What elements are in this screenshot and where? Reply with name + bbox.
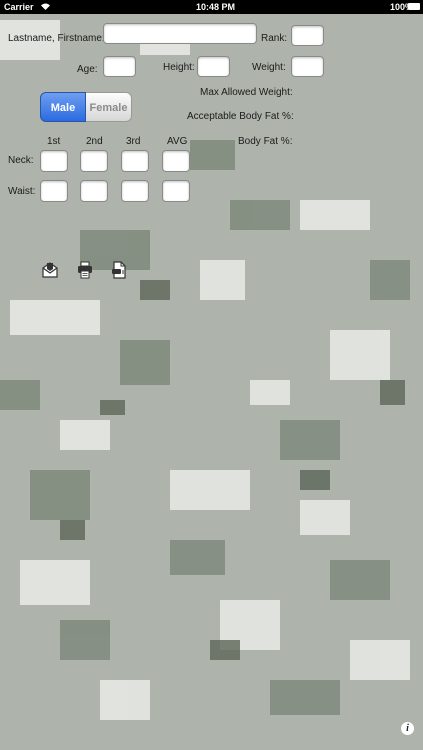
male-segment[interactable]: Male bbox=[40, 92, 86, 122]
wifi-icon bbox=[40, 2, 51, 13]
height-label: Height: bbox=[163, 62, 195, 73]
waist-2nd-input[interactable] bbox=[80, 180, 108, 202]
body-fat-label: Body Fat %: bbox=[238, 136, 293, 147]
document-icon[interactable] bbox=[110, 261, 128, 279]
age-input[interactable] bbox=[103, 56, 136, 77]
column-header-3rd: 3rd bbox=[126, 136, 141, 147]
info-icon[interactable]: i bbox=[401, 722, 414, 735]
column-header-1st: 1st bbox=[47, 136, 61, 147]
age-label: Age: bbox=[77, 64, 98, 75]
column-header-avg: AVG bbox=[167, 136, 188, 147]
rank-label: Rank: bbox=[261, 33, 288, 44]
email-icon[interactable] bbox=[41, 261, 59, 279]
height-input[interactable] bbox=[197, 56, 230, 77]
max-weight-label: Max Allowed Weight: bbox=[200, 87, 293, 98]
neck-avg-input bbox=[162, 150, 190, 172]
rank-input[interactable] bbox=[291, 25, 324, 46]
female-segment[interactable]: Female bbox=[86, 92, 132, 122]
weight-label: Weight: bbox=[252, 62, 286, 73]
acceptable-body-fat-label: Acceptable Body Fat %: bbox=[187, 111, 294, 122]
status-time: 10:48 PM bbox=[196, 2, 236, 12]
neck-1st-input[interactable] bbox=[40, 150, 68, 172]
weight-input[interactable] bbox=[291, 56, 324, 77]
gender-segmented-control[interactable]: Male Female bbox=[40, 92, 132, 122]
print-icon[interactable] bbox=[76, 261, 94, 279]
name-input[interactable] bbox=[103, 23, 257, 44]
waist-1st-input[interactable] bbox=[40, 180, 68, 202]
status-bar: Carrier 10:48 PM 100% bbox=[0, 0, 423, 14]
neck-3rd-input[interactable] bbox=[121, 150, 149, 172]
waist-avg-input bbox=[162, 180, 190, 202]
column-header-2nd: 2nd bbox=[86, 136, 103, 147]
neck-label: Neck: bbox=[8, 155, 34, 166]
battery-icon bbox=[408, 3, 420, 10]
waist-3rd-input[interactable] bbox=[121, 180, 149, 202]
name-label: Lastname, Firstname: bbox=[8, 33, 105, 44]
waist-label: Waist: bbox=[8, 186, 36, 197]
carrier-label: Carrier bbox=[4, 2, 34, 12]
neck-2nd-input[interactable] bbox=[80, 150, 108, 172]
